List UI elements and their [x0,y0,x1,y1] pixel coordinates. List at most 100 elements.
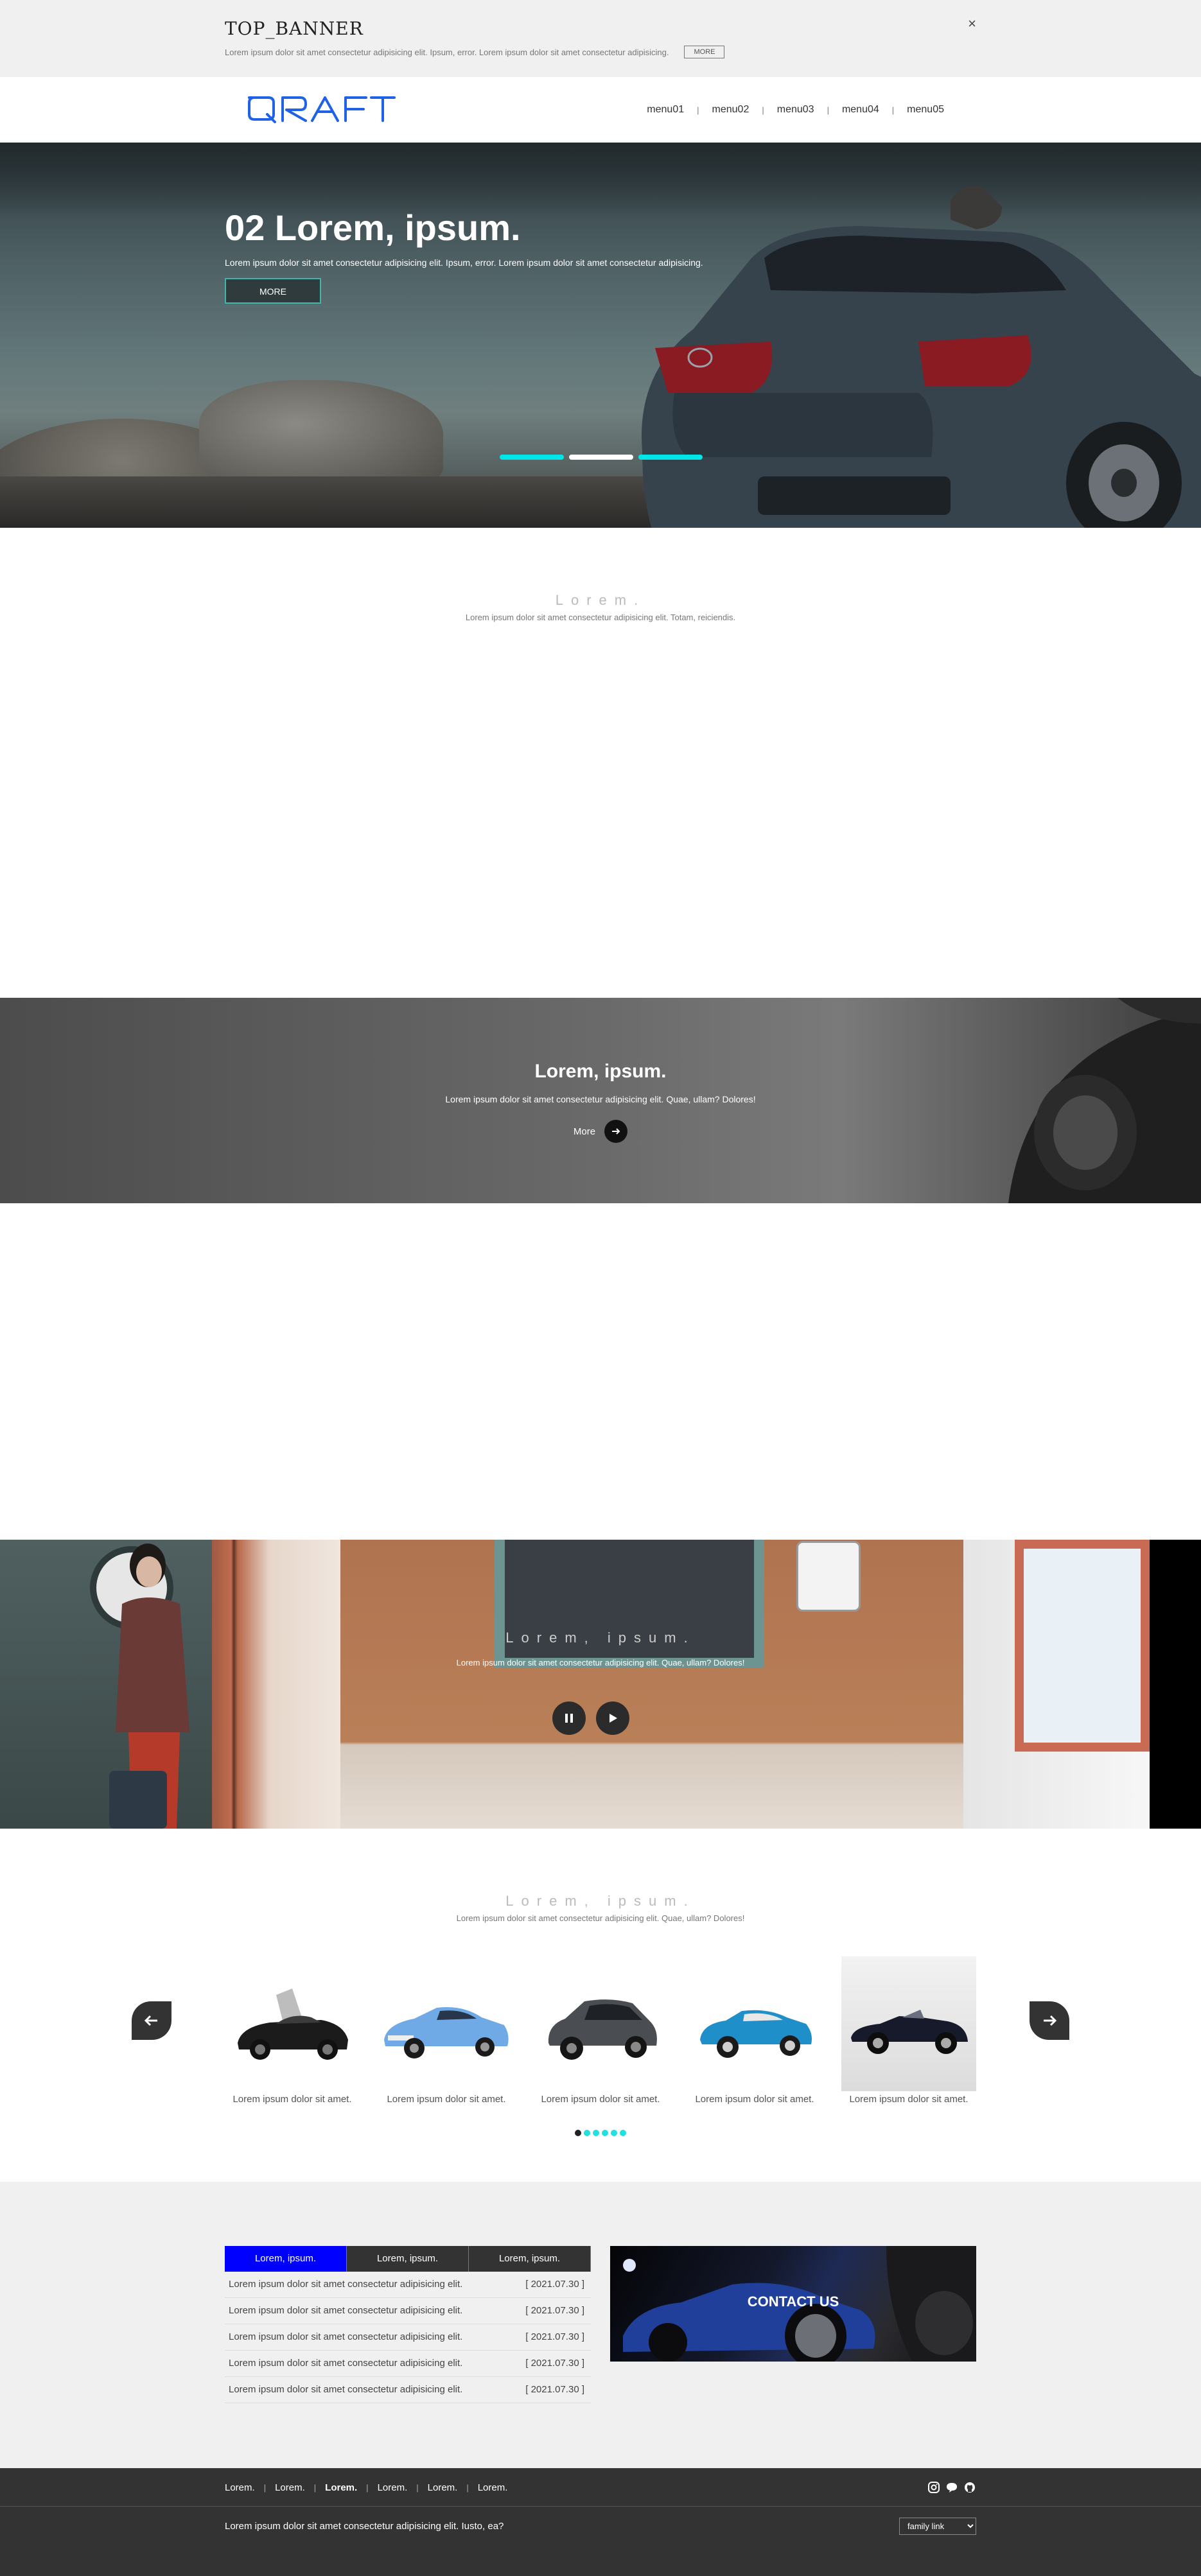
footer: Lorem. | Lorem. | Lorem. | Lorem. | Lore… [0,2468,1201,2576]
video-bg-clock [796,1541,861,1612]
product-dot[interactable] [584,2130,590,2136]
product-caption: Lorem ipsum dolor sit amet. [849,2094,969,2105]
footer-links: Lorem. | Lorem. | Lorem. | Lorem. | Lore… [225,2482,507,2493]
product-card[interactable]: Lorem ipsum dolor sit amet. [533,1956,668,2105]
product-dot[interactable] [602,2130,608,2136]
intro-title: Lorem. [555,592,646,608]
social-icons [927,2481,976,2494]
news-board: Lorem, ipsum. Lorem, ipsum. Lorem, ipsum… [225,2246,591,2403]
car-blue-sedan-icon [379,1956,514,2091]
footer-link[interactable]: Lorem. [428,2482,458,2493]
list-item[interactable]: Lorem ipsum dolor sit amet consectetur a… [225,2377,591,2403]
intro-section: Lorem. Lorem ipsum dolor sit amet consec… [0,528,1201,998]
board-tab[interactable]: Lorem, ipsum. [225,2246,347,2272]
instagram-icon[interactable] [927,2481,940,2494]
board-tabs: Lorem, ipsum. Lorem, ipsum. Lorem, ipsum… [225,2246,591,2272]
footer-link[interactable]: Lorem. [378,2482,408,2493]
list-item-title: Lorem ipsum dolor sit amet consectetur a… [229,2305,463,2316]
nav-separator: | [827,105,829,115]
list-item[interactable]: Lorem ipsum dolor sit amet consectetur a… [225,2351,591,2377]
pause-icon[interactable] [552,1701,586,1735]
nav-menu05[interactable]: menu05 [907,104,944,116]
hero-title: 02 Lorem, ipsum. [225,207,521,248]
board-tab[interactable]: Lorem, ipsum. [347,2246,469,2272]
hero-dot-3[interactable] [638,455,703,460]
video-overlay: Lorem, ipsum. Lorem ipsum dolor sit amet… [0,1630,1201,1667]
logo[interactable] [244,92,398,128]
nav-separator: | [891,105,895,115]
product-dot[interactable] [611,2130,617,2136]
close-icon[interactable]: × [968,15,976,32]
video-controls [552,1701,629,1735]
product-dot[interactable] [620,2130,626,2136]
footer-link[interactable]: Lorem. [478,2482,508,2493]
empty-section [0,1203,1201,1540]
hero-subtitle: Lorem ipsum dolor sit amet consectetur a… [225,257,703,268]
video-title: Lorem, ipsum. [505,1630,696,1646]
product-card[interactable]: Lorem ipsum dolor sit amet. [225,1956,360,2105]
hero-car-image [642,186,1201,528]
footer-link[interactable]: Lorem. [325,2482,357,2493]
top-banner: TOP_BANNER Lorem ipsum dolor sit amet co… [0,0,1201,77]
video-bg-letterbox [1150,1540,1201,1829]
product-carousel: Lorem ipsum dolor sit amet. Lorem ipsum … [132,1956,1069,2105]
product-dot[interactable] [575,2130,581,2136]
top-banner-more-button[interactable]: MORE [684,46,725,58]
list-item[interactable]: Lorem ipsum dolor sit amet consectetur a… [225,2324,591,2351]
hero-more-button[interactable]: MORE [225,278,321,304]
main-nav: menu01 | menu02 | menu03 | menu04 | menu… [647,104,944,116]
video-bg-door [212,1540,340,1829]
contact-title: CONTACT US [747,2293,839,2310]
top-banner-title: TOP_BANNER [225,18,364,39]
hero-rock [199,380,443,489]
product-card[interactable]: Lorem ipsum dolor sit amet. [841,1956,976,2105]
product-card[interactable]: Lorem ipsum dolor sit amet. [687,1956,822,2105]
play-icon[interactable] [596,1701,629,1735]
footer-link[interactable]: Lorem. [225,2482,255,2493]
product-section: Lorem, ipsum. Lorem ipsum dolor sit amet… [0,1829,1201,2182]
footer-copyright: Lorem ipsum dolor sit amet consectetur a… [225,2520,504,2532]
footer-separator: | [366,2482,369,2493]
arrow-left-icon[interactable] [132,2001,171,2040]
list-item[interactable]: Lorem ipsum dolor sit amet consectetur a… [225,2298,591,2324]
list-item-title: Lorem ipsum dolor sit amet consectetur a… [229,2331,463,2342]
footer-separator: | [313,2482,317,2493]
list-item-title: Lorem ipsum dolor sit amet consectetur a… [229,2279,463,2290]
footer-link[interactable]: Lorem. [275,2482,305,2493]
github-icon[interactable] [963,2481,976,2494]
list-item-date: [ 2021.07.30 ] [525,2331,584,2342]
nav-menu02[interactable]: menu02 [712,104,750,116]
car-blue-toy-icon [687,1956,822,2091]
hero-dot-1[interactable] [500,455,564,460]
product-dot[interactable] [593,2130,599,2136]
arrow-right-icon[interactable] [604,1120,628,1143]
hero-content: 02 Lorem, ipsum. Lorem ipsum dolor sit a… [225,207,703,304]
promo-more-link[interactable]: More [573,1120,628,1143]
hero-dot-2[interactable] [569,455,633,460]
video-person-image [109,1544,189,1829]
chat-icon[interactable] [945,2481,958,2494]
nav-menu04[interactable]: menu04 [842,104,879,116]
product-caption: Lorem ipsum dolor sit amet. [541,2094,660,2105]
list-item[interactable]: Lorem ipsum dolor sit amet consectetur a… [225,2272,591,2298]
contact-banner[interactable]: CONTACT US [610,2246,976,2362]
video-subtitle: Lorem ipsum dolor sit amet consectetur a… [456,1658,745,1667]
header: menu01 | menu02 | menu03 | menu04 | menu… [0,77,1201,143]
car-black-coupe-icon [225,1956,360,2091]
video-section: Lorem, ipsum. Lorem ipsum dolor sit amet… [0,1540,1201,1829]
family-link-select[interactable]: family link [899,2517,976,2535]
nav-separator: | [762,105,764,115]
arrow-right-icon[interactable] [1030,2001,1069,2040]
product-title: Lorem, ipsum. [505,1893,696,1909]
list-item-date: [ 2021.07.30 ] [525,2305,584,2316]
footer-separator: | [466,2482,469,2493]
board-tab[interactable]: Lorem, ipsum. [469,2246,591,2272]
promo-title: Lorem, ipsum. [534,1061,667,1082]
hero-slider: 02 Lorem, ipsum. Lorem ipsum dolor sit a… [0,143,1201,528]
hero-pagination [500,455,703,460]
promo-more-label: More [573,1126,596,1137]
nav-menu03[interactable]: menu03 [777,104,814,116]
nav-menu01[interactable]: menu01 [647,104,684,116]
product-card[interactable]: Lorem ipsum dolor sit amet. [379,1956,514,2105]
product-subtitle: Lorem ipsum dolor sit amet consectetur a… [456,1913,745,1923]
